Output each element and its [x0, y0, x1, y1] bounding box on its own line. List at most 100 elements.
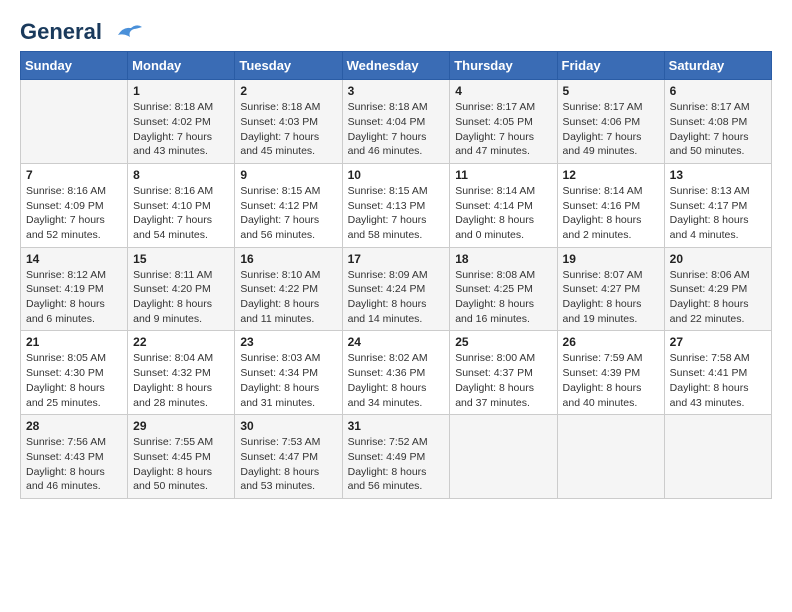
daylight-text: Daylight: 8 hours and 43 minutes. [670, 381, 766, 410]
sunrise-text: Sunrise: 8:18 AM [133, 100, 229, 115]
logo-bird-icon [110, 21, 142, 45]
sunrise-text: Sunrise: 8:03 AM [240, 351, 336, 366]
daylight-text: Daylight: 8 hours and 6 minutes. [26, 297, 122, 326]
day-number: 16 [240, 252, 336, 266]
calendar-week-row: 28 Sunrise: 7:56 AM Sunset: 4:43 PM Dayl… [21, 415, 772, 499]
day-number: 28 [26, 419, 122, 433]
calendar-cell: 5 Sunrise: 8:17 AM Sunset: 4:06 PM Dayli… [557, 80, 664, 164]
calendar-cell: 20 Sunrise: 8:06 AM Sunset: 4:29 PM Dayl… [664, 247, 771, 331]
sunrise-text: Sunrise: 8:09 AM [348, 268, 445, 283]
day-number: 22 [133, 335, 229, 349]
sunset-text: Sunset: 4:08 PM [670, 115, 766, 130]
daylight-text: Daylight: 7 hours and 58 minutes. [348, 213, 445, 242]
daylight-text: Daylight: 8 hours and 28 minutes. [133, 381, 229, 410]
calendar-cell [557, 415, 664, 499]
calendar-cell: 13 Sunrise: 8:13 AM Sunset: 4:17 PM Dayl… [664, 163, 771, 247]
day-number: 31 [348, 419, 445, 433]
sunset-text: Sunset: 4:29 PM [670, 282, 766, 297]
day-info: Sunrise: 7:58 AM Sunset: 4:41 PM Dayligh… [670, 351, 766, 410]
calendar-cell: 27 Sunrise: 7:58 AM Sunset: 4:41 PM Dayl… [664, 331, 771, 415]
day-number: 5 [563, 84, 659, 98]
daylight-text: Daylight: 8 hours and 37 minutes. [455, 381, 551, 410]
day-number: 6 [670, 84, 766, 98]
calendar-cell: 24 Sunrise: 8:02 AM Sunset: 4:36 PM Dayl… [342, 331, 450, 415]
day-info: Sunrise: 8:03 AM Sunset: 4:34 PM Dayligh… [240, 351, 336, 410]
day-number: 1 [133, 84, 229, 98]
sunrise-text: Sunrise: 8:02 AM [348, 351, 445, 366]
day-info: Sunrise: 8:02 AM Sunset: 4:36 PM Dayligh… [348, 351, 445, 410]
day-info: Sunrise: 8:17 AM Sunset: 4:05 PM Dayligh… [455, 100, 551, 159]
sunset-text: Sunset: 4:37 PM [455, 366, 551, 381]
sunset-text: Sunset: 4:30 PM [26, 366, 122, 381]
calendar-cell: 30 Sunrise: 7:53 AM Sunset: 4:47 PM Dayl… [235, 415, 342, 499]
day-info: Sunrise: 8:05 AM Sunset: 4:30 PM Dayligh… [26, 351, 122, 410]
calendar-cell: 4 Sunrise: 8:17 AM Sunset: 4:05 PM Dayli… [450, 80, 557, 164]
calendar-cell: 25 Sunrise: 8:00 AM Sunset: 4:37 PM Dayl… [450, 331, 557, 415]
day-number: 12 [563, 168, 659, 182]
sunset-text: Sunset: 4:36 PM [348, 366, 445, 381]
calendar-cell: 31 Sunrise: 7:52 AM Sunset: 4:49 PM Dayl… [342, 415, 450, 499]
sunset-text: Sunset: 4:25 PM [455, 282, 551, 297]
sunset-text: Sunset: 4:45 PM [133, 450, 229, 465]
calendar-header-row: SundayMondayTuesdayWednesdayThursdayFrid… [21, 52, 772, 80]
sunrise-text: Sunrise: 8:17 AM [670, 100, 766, 115]
day-info: Sunrise: 8:15 AM Sunset: 4:12 PM Dayligh… [240, 184, 336, 243]
day-header-monday: Monday [128, 52, 235, 80]
day-number: 3 [348, 84, 445, 98]
daylight-text: Daylight: 7 hours and 54 minutes. [133, 213, 229, 242]
sunrise-text: Sunrise: 8:16 AM [26, 184, 122, 199]
sunrise-text: Sunrise: 8:14 AM [455, 184, 551, 199]
sunrise-text: Sunrise: 8:17 AM [455, 100, 551, 115]
calendar-cell: 29 Sunrise: 7:55 AM Sunset: 4:45 PM Dayl… [128, 415, 235, 499]
calendar-cell: 22 Sunrise: 8:04 AM Sunset: 4:32 PM Dayl… [128, 331, 235, 415]
page-header: General [20, 20, 772, 41]
sunset-text: Sunset: 4:24 PM [348, 282, 445, 297]
logo-text: General [20, 20, 142, 45]
day-info: Sunrise: 8:07 AM Sunset: 4:27 PM Dayligh… [563, 268, 659, 327]
day-info: Sunrise: 8:10 AM Sunset: 4:22 PM Dayligh… [240, 268, 336, 327]
day-header-sunday: Sunday [21, 52, 128, 80]
day-info: Sunrise: 7:52 AM Sunset: 4:49 PM Dayligh… [348, 435, 445, 494]
daylight-text: Daylight: 7 hours and 49 minutes. [563, 130, 659, 159]
day-number: 20 [670, 252, 766, 266]
sunset-text: Sunset: 4:17 PM [670, 199, 766, 214]
day-number: 17 [348, 252, 445, 266]
calendar-cell: 7 Sunrise: 8:16 AM Sunset: 4:09 PM Dayli… [21, 163, 128, 247]
daylight-text: Daylight: 8 hours and 46 minutes. [26, 465, 122, 494]
calendar-cell: 3 Sunrise: 8:18 AM Sunset: 4:04 PM Dayli… [342, 80, 450, 164]
day-header-saturday: Saturday [664, 52, 771, 80]
day-number: 7 [26, 168, 122, 182]
day-info: Sunrise: 8:17 AM Sunset: 4:06 PM Dayligh… [563, 100, 659, 159]
day-info: Sunrise: 7:56 AM Sunset: 4:43 PM Dayligh… [26, 435, 122, 494]
sunrise-text: Sunrise: 7:58 AM [670, 351, 766, 366]
calendar-week-row: 7 Sunrise: 8:16 AM Sunset: 4:09 PM Dayli… [21, 163, 772, 247]
day-info: Sunrise: 8:17 AM Sunset: 4:08 PM Dayligh… [670, 100, 766, 159]
daylight-text: Daylight: 8 hours and 11 minutes. [240, 297, 336, 326]
day-number: 30 [240, 419, 336, 433]
calendar-cell: 2 Sunrise: 8:18 AM Sunset: 4:03 PM Dayli… [235, 80, 342, 164]
sunset-text: Sunset: 4:34 PM [240, 366, 336, 381]
day-number: 11 [455, 168, 551, 182]
calendar-cell: 9 Sunrise: 8:15 AM Sunset: 4:12 PM Dayli… [235, 163, 342, 247]
sunrise-text: Sunrise: 7:59 AM [563, 351, 659, 366]
day-header-friday: Friday [557, 52, 664, 80]
day-header-thursday: Thursday [450, 52, 557, 80]
sunrise-text: Sunrise: 8:15 AM [240, 184, 336, 199]
calendar-cell: 26 Sunrise: 7:59 AM Sunset: 4:39 PM Dayl… [557, 331, 664, 415]
sunset-text: Sunset: 4:14 PM [455, 199, 551, 214]
sunset-text: Sunset: 4:12 PM [240, 199, 336, 214]
sunrise-text: Sunrise: 8:18 AM [348, 100, 445, 115]
daylight-text: Daylight: 7 hours and 43 minutes. [133, 130, 229, 159]
daylight-text: Daylight: 8 hours and 0 minutes. [455, 213, 551, 242]
calendar-cell: 19 Sunrise: 8:07 AM Sunset: 4:27 PM Dayl… [557, 247, 664, 331]
day-info: Sunrise: 8:09 AM Sunset: 4:24 PM Dayligh… [348, 268, 445, 327]
daylight-text: Daylight: 7 hours and 46 minutes. [348, 130, 445, 159]
day-info: Sunrise: 8:15 AM Sunset: 4:13 PM Dayligh… [348, 184, 445, 243]
sunrise-text: Sunrise: 8:04 AM [133, 351, 229, 366]
sunset-text: Sunset: 4:16 PM [563, 199, 659, 214]
calendar-cell: 21 Sunrise: 8:05 AM Sunset: 4:30 PM Dayl… [21, 331, 128, 415]
sunrise-text: Sunrise: 8:16 AM [133, 184, 229, 199]
calendar-cell [21, 80, 128, 164]
day-number: 29 [133, 419, 229, 433]
sunset-text: Sunset: 4:19 PM [26, 282, 122, 297]
